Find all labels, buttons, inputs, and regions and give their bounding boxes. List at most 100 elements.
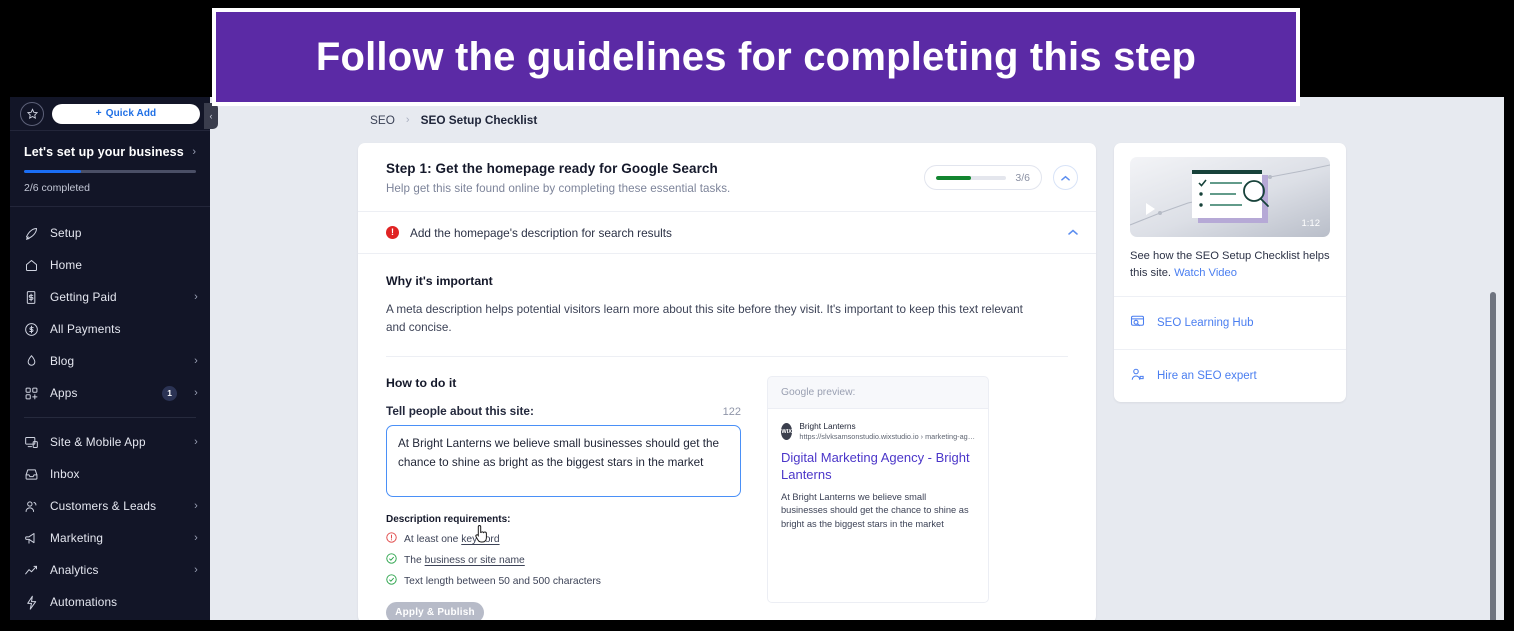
breadcrumb-root-link[interactable]: SEO — [370, 113, 395, 127]
sidebar-item-home[interactable]: Home — [10, 249, 210, 281]
setup-progress-title: Let's set up your business — [24, 145, 184, 159]
requirement-text[interactable]: The business or site name — [404, 555, 525, 566]
setup-progress-header: Let's set up your business › — [24, 145, 196, 159]
sidebar-nav: Setup Home Getting Paid › All Payments Blog › A… — [10, 207, 210, 620]
chevron-right-icon: › — [194, 499, 198, 512]
description-textarea[interactable] — [386, 425, 741, 498]
video-thumbnail-wrap: 1:12 — [1114, 143, 1346, 237]
quick-add-button[interactable]: + Quick Add — [52, 103, 200, 124]
page-scrollbar-thumb[interactable] — [1490, 292, 1496, 620]
chart-icon — [24, 563, 39, 578]
sidebar-item-label: Blog — [50, 354, 75, 368]
requirement-item: Text length between 50 and 500 character… — [386, 574, 741, 588]
chevron-right-icon: › — [194, 435, 198, 448]
sidebar-item-site-mobile-app[interactable]: Site & Mobile App › — [10, 426, 210, 458]
video-duration: 1:12 — [1301, 218, 1321, 229]
home-icon — [24, 258, 39, 273]
play-icon[interactable] — [1146, 203, 1155, 215]
setup-progress-block[interactable]: Let's set up your business › 2/6 complet… — [10, 131, 210, 207]
inbox-icon — [24, 467, 39, 482]
contacts-icon — [24, 499, 39, 514]
seo-learning-hub-label: SEO Learning Hub — [1157, 316, 1254, 329]
sidebar-item-analytics[interactable]: Analytics › — [10, 554, 210, 586]
task-row[interactable]: ! Add the homepage's description for sea… — [358, 212, 1096, 254]
alert-circle-icon — [386, 532, 397, 546]
sidebar-item-label: Setup — [50, 226, 82, 240]
google-preview-title[interactable]: Digital Marketing Agency - Bright Lanter… — [781, 450, 975, 483]
why-heading: Why it's important — [386, 274, 493, 288]
how-left-column: How to do it Tell people about this site… — [386, 376, 741, 620]
step-collapse-button[interactable] — [1053, 165, 1078, 190]
sidebar-item-label: Automations — [50, 595, 118, 609]
sidebar-item-label: Inbox — [50, 467, 80, 481]
description-field-label: Tell people about this site: — [386, 404, 534, 419]
chevron-right-icon: › — [192, 145, 196, 158]
step-subtitle: Help get this site found online by compl… — [386, 182, 731, 195]
learning-hub-icon — [1130, 314, 1145, 332]
requirement-item: The business or site name — [386, 553, 741, 567]
chevron-right-icon: › — [194, 354, 198, 367]
step-title: Step 1: Get the homepage ready for Googl… — [386, 161, 718, 176]
step-header: Step 1: Get the homepage ready for Googl… — [358, 143, 1096, 212]
right-help-panel: 1:12 See how the SEO Setup Checklist hel… — [1114, 143, 1346, 402]
step-progress-pill: 3/6 — [924, 165, 1042, 190]
setup-progress-bar — [24, 170, 196, 173]
task-collapse-icon[interactable] — [1068, 227, 1078, 238]
watch-video-link[interactable]: Watch Video — [1174, 267, 1237, 279]
pen-icon — [24, 354, 39, 369]
sidebar-item-customers-leads[interactable]: Customers & Leads › — [10, 490, 210, 522]
sidebar-item-setup[interactable]: Setup — [10, 217, 210, 249]
requirements-list: At least one keyword The business or site… — [386, 532, 741, 588]
sidebar-item-label: Site & Mobile App — [50, 435, 146, 449]
breadcrumb-current: SEO Setup Checklist — [420, 113, 538, 127]
step-progress-fill — [936, 175, 972, 180]
sidebar-item-apps[interactable]: Apps 1 › — [10, 377, 210, 409]
requirements-title: Description requirements: — [386, 514, 511, 526]
how-section: How to do it Tell people about this site… — [358, 357, 1096, 620]
setup-progress-text: 2/6 completed — [24, 182, 90, 194]
checklist-card: Step 1: Get the homepage ready for Googl… — [358, 143, 1096, 620]
step-controls: 3/6 — [924, 161, 1078, 190]
requirement-item: At least one keyword — [386, 532, 741, 546]
sidebar-item-all-payments[interactable]: All Payments — [10, 313, 210, 345]
seo-learning-hub-row[interactable]: SEO Learning Hub — [1114, 295, 1346, 349]
apply-and-publish-button[interactable]: Apply & Publish — [386, 602, 484, 620]
check-circle-icon — [386, 574, 397, 588]
quick-add-plus-icon: + — [95, 108, 102, 119]
google-preview-site-row: WIX Bright Lanterns https://slvksamsonst… — [781, 421, 975, 442]
google-preview-url: https://slvksamsonstudio.wixstudio.io › … — [799, 432, 975, 442]
sidebar-item-inbox[interactable]: Inbox — [10, 458, 210, 490]
rocket-icon — [24, 226, 39, 241]
google-preview-description: At Bright Lanterns we believe small busi… — [781, 491, 969, 530]
check-circle-icon — [386, 553, 397, 567]
sidebar-item-label: Getting Paid — [50, 290, 117, 304]
sidebar-collapse-toggle[interactable]: ‹ — [204, 103, 218, 129]
content-columns: Step 1: Get the homepage ready for Googl… — [210, 143, 1504, 620]
wix-favicon-icon: WIX — [781, 423, 793, 441]
instruction-banner: Follow the guidelines for completing thi… — [212, 8, 1300, 106]
sidebar-item-label: Analytics — [50, 563, 99, 577]
screenshot-root: + Quick Add Let's set up your business ›… — [0, 0, 1514, 631]
description-field-header: Tell people about this site: 122 — [386, 404, 741, 418]
sidebar-item-label: Apps — [50, 386, 78, 400]
hire-seo-expert-row[interactable]: Hire an SEO expert — [1114, 348, 1346, 402]
sidebar-item-automations[interactable]: Automations — [10, 586, 210, 618]
sidebar-item-marketing[interactable]: Marketing › — [10, 522, 210, 554]
sidebar-item-badge: 1 — [162, 385, 178, 401]
expert-person-icon — [1130, 367, 1145, 385]
video-thumbnail[interactable]: 1:12 — [1130, 157, 1330, 237]
page-scrollbar[interactable] — [1490, 292, 1496, 620]
chevron-right-icon: › — [194, 531, 198, 544]
sidebar-item-blog[interactable]: Blog › — [10, 345, 210, 377]
sidebar-item-label: Customers & Leads — [50, 499, 157, 513]
sidebar-item-label: Marketing — [50, 531, 104, 545]
task-label: Add the homepage's description for searc… — [410, 225, 672, 240]
sidebar-item-getting-paid[interactable]: Getting Paid › — [10, 281, 210, 313]
sidebar-item-label: Home — [50, 258, 83, 272]
google-preview-site-meta: Bright Lanterns https://slvksamsonstudio… — [799, 421, 975, 442]
favorites-star-icon[interactable] — [20, 101, 44, 126]
step-progress-track — [936, 175, 1007, 180]
chevron-right-icon: › — [194, 563, 198, 576]
step-progress-text: 3/6 — [1015, 171, 1030, 184]
google-preview-header: Google preview: — [768, 377, 988, 410]
